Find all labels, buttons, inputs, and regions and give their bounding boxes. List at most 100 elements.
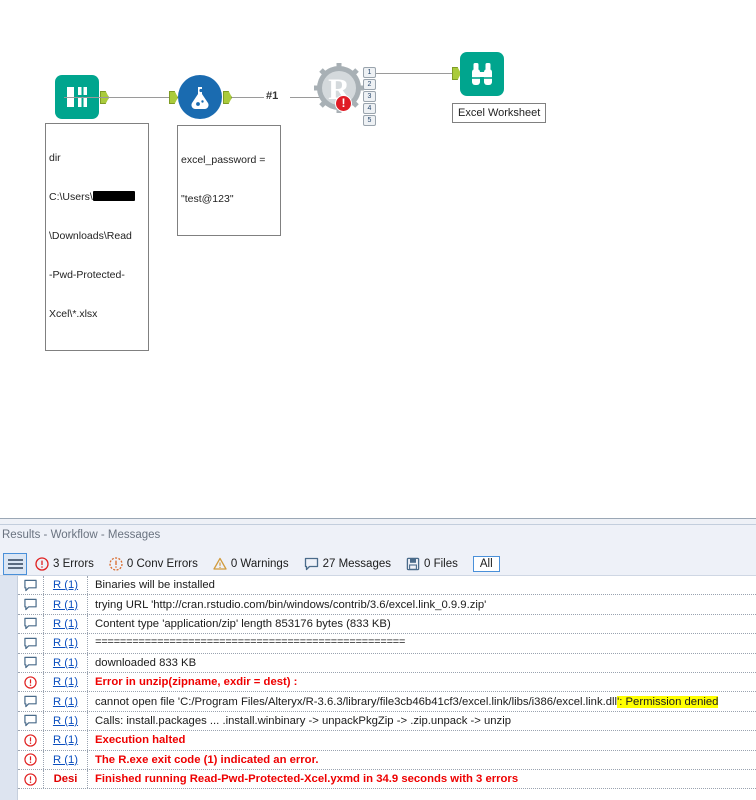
conv-error-icon	[109, 556, 123, 571]
tool-link[interactable]: R (1)	[53, 676, 78, 688]
tool-link[interactable]: R (1)	[53, 637, 78, 649]
message-bubble-icon	[24, 637, 37, 650]
message-row-tool-cell[interactable]: R (1)	[44, 711, 88, 731]
errors-filter[interactable]: 3 Errors	[35, 556, 94, 571]
message-row-icon-cell	[18, 634, 44, 653]
annot-line: dir	[49, 152, 61, 164]
message-row[interactable]: Desi Finished running Read-Pwd-Protected-…	[18, 769, 756, 790]
annot-line: excel_password =	[181, 154, 266, 166]
message-row-tool-cell[interactable]: R (1)	[44, 595, 88, 614]
workflow-canvas[interactable]: dir C:\Users\ \Downloads\Read -Pwd-Prote…	[0, 0, 756, 518]
warnings-filter[interactable]: 0 Warnings	[213, 557, 289, 571]
message-row-icon-cell	[18, 692, 44, 711]
message-row-icon-cell	[18, 614, 44, 634]
wire-r-to-browse[interactable]	[376, 73, 452, 74]
conv-errors-filter[interactable]: 0 Conv Errors	[109, 556, 198, 571]
message-row-tool-cell[interactable]: R (1)	[44, 634, 88, 653]
directory-annotation: dir C:\Users\ \Downloads\Read -Pwd-Prote…	[45, 123, 149, 351]
files-filter[interactable]: 0 Files	[406, 557, 458, 571]
error-icon	[24, 753, 37, 766]
message-text: downloaded 833 KB	[95, 656, 197, 669]
r-output-anchor-2[interactable]: 2	[363, 79, 376, 90]
message-row-tool-cell[interactable]: R (1)	[44, 731, 88, 750]
view-toggle-button[interactable]	[3, 552, 27, 575]
message-row-tool-cell[interactable]: R (1)	[44, 750, 88, 769]
messages-gutter	[0, 576, 18, 800]
files-count-label: 0 Files	[424, 557, 458, 570]
errors-count-label: 3 Errors	[53, 557, 94, 570]
r-output-anchor-4[interactable]: 4	[363, 103, 376, 114]
highlighted-message-text: ': Permission denied	[617, 695, 719, 708]
message-row-tool-cell[interactable]: R (1)	[44, 576, 88, 595]
messages-list[interactable]: R (1) Binaries will be installed R (1) tryi…	[18, 576, 756, 800]
tool-link[interactable]: R (1)	[53, 734, 78, 746]
panel-splitter[interactable]	[0, 518, 756, 525]
r-output-anchor-stack: 1 2 3 4 5	[363, 67, 376, 127]
message-row-text-cell: Content type 'application/zip' length 85…	[88, 615, 756, 633]
warnings-count-label: 0 Warnings	[230, 557, 289, 570]
warning-triangle-icon	[213, 557, 227, 570]
message-row[interactable]: R (1) downloaded 833 KB	[18, 653, 756, 673]
annot-line: \Downloads\Read	[49, 230, 132, 242]
wire-directory-to-formula[interactable]	[64, 97, 169, 98]
formula-input-anchor[interactable]	[169, 91, 178, 104]
message-row-icon-cell	[18, 711, 44, 731]
r-tool[interactable]: R !	[313, 62, 365, 119]
message-row[interactable]: R (1) Execution halted	[18, 731, 756, 751]
r-tool-error-badge[interactable]: !	[335, 95, 352, 112]
message-row-tool-cell[interactable]: R (1)	[44, 614, 88, 634]
r-output-anchor-5[interactable]: 5	[363, 115, 376, 126]
message-text: cannot open file 'C:/Program Files/Alter…	[95, 695, 618, 708]
wire-formula-to-r-a[interactable]	[232, 97, 264, 98]
message-row[interactable]: R (1) trying URL 'http://cran.rstudio.com…	[18, 595, 756, 615]
tool-link[interactable]: R (1)	[53, 579, 78, 591]
message-row-text-cell: Execution halted	[88, 731, 756, 749]
browse-tool[interactable]	[460, 52, 504, 96]
message-row-text-cell: Error in unzip(zipname, exdir = dest) :	[88, 673, 756, 691]
all-filter-button[interactable]: All	[472, 555, 500, 572]
message-bubble-icon	[24, 598, 37, 611]
message-row-tool-cell[interactable]: R (1)	[44, 692, 88, 711]
message-row-text-cell: Binaries will be installed	[88, 576, 756, 594]
formula-tool[interactable]	[178, 75, 232, 119]
tool-link[interactable]: R (1)	[53, 657, 78, 669]
message-text: Calls: install.packages ... .install.win…	[95, 714, 511, 727]
message-text: The R.exe exit code (1) indicated an err…	[95, 753, 319, 766]
message-row-text-cell: The R.exe exit code (1) indicated an err…	[88, 751, 756, 769]
tool-link[interactable]: R (1)	[53, 696, 78, 708]
r-output-anchor-1[interactable]: 1	[363, 67, 376, 78]
r-output-anchor-3[interactable]: 3	[363, 91, 376, 102]
message-row[interactable]: R (1) Calls: install.packages ... .instal…	[18, 711, 756, 732]
message-text: Content type 'application/zip' length 85…	[95, 617, 391, 630]
message-row[interactable]: R (1) Content type 'application/zip' leng…	[18, 614, 756, 635]
message-row-icon-cell	[18, 576, 44, 595]
message-row-tool-cell[interactable]: R (1)	[44, 653, 88, 672]
results-panel-title: Results - Workflow - Messages	[2, 529, 161, 541]
message-row[interactable]: R (1) ===================================…	[18, 634, 756, 654]
message-row[interactable]: R (1) The R.exe exit code (1) indicated a…	[18, 750, 756, 770]
message-bubble-icon	[24, 618, 37, 630]
message-row[interactable]: R (1) Binaries will be installed	[18, 576, 756, 596]
message-row-tool-cell[interactable]: R (1)	[44, 672, 88, 692]
tool-link[interactable]: R (1)	[53, 618, 78, 630]
message-row[interactable]: R (1) cannot open file 'C:/Program Files…	[18, 692, 756, 712]
formula-annotation: excel_password = "test@123"	[177, 125, 281, 236]
messages-filter[interactable]: 27 Messages	[304, 557, 391, 571]
tool-link[interactable]: R (1)	[53, 715, 78, 727]
message-text: ========================================…	[95, 637, 406, 650]
messages-count-label: 27 Messages	[322, 557, 391, 570]
tool-link[interactable]: R (1)	[53, 599, 78, 611]
message-row-text-cell: ========================================…	[88, 634, 756, 652]
annot-line: -Pwd-Protected-	[49, 269, 125, 281]
alteryx-designer-window: dir C:\Users\ \Downloads\Read -Pwd-Prote…	[0, 0, 756, 800]
message-text: trying URL 'http://cran.rstudio.com/bin/…	[95, 598, 487, 611]
message-text: Error in unzip(zipname, exdir = dest) :	[95, 676, 298, 689]
message-text: Finished running Read-Pwd-Protected-Xcel…	[95, 773, 519, 786]
message-text: Binaries will be installed	[95, 579, 215, 592]
tool-link[interactable]: R (1)	[53, 754, 78, 766]
message-row-icon-cell	[18, 731, 44, 750]
message-row[interactable]: R (1) Error in unzip(zipname, exdir = des…	[18, 672, 756, 693]
formula-output-anchor[interactable]	[223, 91, 232, 104]
message-row-icon-cell	[18, 653, 44, 672]
results-toolbar: 3 Errors 0 Conv Errors 0 Warnings 27 Mes…	[0, 552, 756, 576]
